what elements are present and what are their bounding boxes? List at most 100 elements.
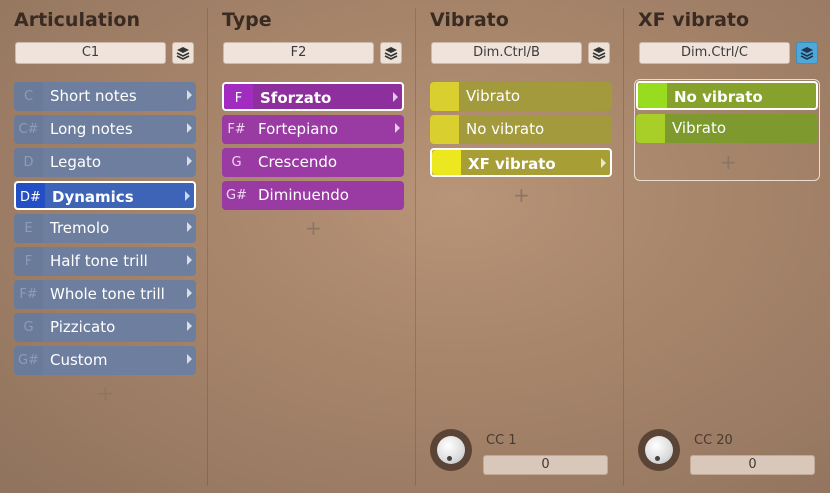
layers-icon (592, 47, 606, 60)
color-swatch (638, 83, 667, 108)
item-label: Dynamics (52, 188, 134, 206)
articulation-column: Articulation C1 C Short notes C# Long no… (0, 0, 207, 493)
keyswitch-key: C# (14, 115, 43, 144)
chevron-right-icon (187, 222, 192, 232)
item-label: Diminuendo (258, 186, 349, 204)
vibrato-item-vibrato[interactable]: Vibrato (430, 82, 612, 111)
cc-label: CC 20 (694, 433, 733, 448)
add-articulation-button[interactable]: + (97, 383, 114, 403)
item-label: No vibrato (466, 120, 545, 138)
knob-indicator (655, 456, 660, 461)
cc-value-field[interactable]: 0 (483, 455, 608, 475)
articulation-list: C Short notes C# Long notes D Legato D# … (14, 82, 196, 379)
vibrato-layers-button[interactable] (588, 42, 610, 64)
chevron-right-icon (393, 92, 398, 102)
color-swatch (636, 114, 665, 143)
keyswitch-key: D (14, 148, 43, 177)
cc-value-field[interactable]: 0 (690, 455, 815, 475)
articulation-item-short-notes[interactable]: C Short notes (14, 82, 196, 111)
item-label: Short notes (50, 87, 137, 105)
cc-knob[interactable] (638, 429, 680, 471)
item-label: Half tone trill (50, 252, 148, 270)
add-type-button[interactable]: + (305, 218, 322, 238)
keyswitch-key: F# (222, 115, 251, 144)
type-list: F Sforzato F# Fortepiano G Crescendo G# … (222, 82, 404, 214)
item-label: Long notes (50, 120, 133, 138)
articulation-item-custom[interactable]: G# Custom (14, 346, 196, 375)
type-title: Type (222, 9, 272, 31)
keyswitch-key: F# (14, 280, 43, 309)
xf-vibrato-list: No vibrato Vibrato (636, 81, 818, 147)
articulation-keyswitch-field[interactable]: C1 (15, 42, 166, 64)
articulation-layers-button[interactable] (172, 42, 194, 64)
xf-vibrato-item-no-vibrato[interactable]: No vibrato (636, 81, 818, 110)
type-item-crescendo[interactable]: G Crescendo (222, 148, 404, 177)
keyswitch-key: G (14, 313, 43, 342)
keyswitch-key: E (14, 214, 43, 243)
keyswitch-key: G (222, 148, 251, 177)
keyswitch-key: G# (14, 346, 43, 375)
chevron-right-icon (601, 158, 606, 168)
articulation-item-tremolo[interactable]: E Tremolo (14, 214, 196, 243)
xf-vibrato-controller-field[interactable]: Dim.Ctrl/C (639, 42, 790, 64)
knob-indicator (447, 456, 452, 461)
item-label: No vibrato (674, 88, 763, 106)
layers-icon (800, 47, 814, 60)
chevron-right-icon (187, 288, 192, 298)
keyswitch-key: C (14, 82, 43, 111)
articulation-item-long-notes[interactable]: C# Long notes (14, 115, 196, 144)
xf-vibrato-layers-button[interactable] (796, 42, 818, 64)
add-xf-vibrato-button[interactable]: + (720, 152, 737, 172)
keyswitch-key: F (224, 84, 253, 109)
color-swatch (430, 115, 459, 144)
chevron-right-icon (187, 255, 192, 265)
vibrato-controller-field[interactable]: Dim.Ctrl/B (431, 42, 582, 64)
type-item-fortepiano[interactable]: F# Fortepiano (222, 115, 404, 144)
item-label: Pizzicato (50, 318, 116, 336)
keyswitch-key: G# (222, 181, 251, 210)
xf-vibrato-item-vibrato[interactable]: Vibrato (636, 114, 818, 143)
articulation-item-pizzicato[interactable]: G Pizzicato (14, 313, 196, 342)
keyswitch-key: D# (16, 183, 45, 208)
item-label: Sforzato (260, 89, 332, 107)
vibrato-list: Vibrato No vibrato XF vibrato (430, 82, 612, 181)
item-label: XF vibrato (468, 155, 556, 173)
chevron-right-icon (185, 191, 190, 201)
layers-icon (176, 47, 190, 60)
articulation-item-dynamics[interactable]: D# Dynamics (14, 181, 196, 210)
keyswitch-key: F (14, 247, 43, 276)
color-swatch (430, 82, 459, 111)
chevron-right-icon (187, 156, 192, 166)
cc-knob[interactable] (430, 429, 472, 471)
chevron-right-icon (187, 321, 192, 331)
chevron-right-icon (187, 90, 192, 100)
item-label: Legato (50, 153, 102, 171)
item-label: Whole tone trill (50, 285, 165, 303)
item-label: Crescendo (258, 153, 338, 171)
add-vibrato-button[interactable]: + (513, 185, 530, 205)
vibrato-title: Vibrato (430, 9, 509, 31)
vibrato-item-xf-vibrato[interactable]: XF vibrato (430, 148, 612, 177)
articulation-item-whole-tone-trill[interactable]: F# Whole tone trill (14, 280, 196, 309)
chevron-right-icon (187, 354, 192, 364)
chevron-right-icon (187, 123, 192, 133)
type-keyswitch-field[interactable]: F2 (223, 42, 374, 64)
articulation-title: Articulation (14, 9, 140, 31)
type-column: Type F2 F Sforzato F# Fortepiano G Cresc… (208, 0, 415, 493)
type-item-diminuendo[interactable]: G# Diminuendo (222, 181, 404, 210)
xf-vibrato-column: XF vibrato Dim.Ctrl/C No vibrato Vibrato… (624, 0, 830, 493)
vibrato-item-no-vibrato[interactable]: No vibrato (430, 115, 612, 144)
type-layers-button[interactable] (380, 42, 402, 64)
layers-icon (384, 47, 398, 60)
vibrato-column: Vibrato Dim.Ctrl/B Vibrato No vibrato XF… (416, 0, 623, 493)
item-label: Vibrato (672, 119, 727, 137)
item-label: Vibrato (466, 87, 521, 105)
chevron-right-icon (395, 123, 400, 133)
item-label: Tremolo (50, 219, 110, 237)
item-label: Fortepiano (258, 120, 339, 138)
type-item-sforzato[interactable]: F Sforzato (222, 82, 404, 111)
articulation-item-legato[interactable]: D Legato (14, 148, 196, 177)
articulation-item-half-tone-trill[interactable]: F Half tone trill (14, 247, 196, 276)
color-swatch (432, 150, 461, 175)
xf-vibrato-title: XF vibrato (638, 9, 750, 31)
